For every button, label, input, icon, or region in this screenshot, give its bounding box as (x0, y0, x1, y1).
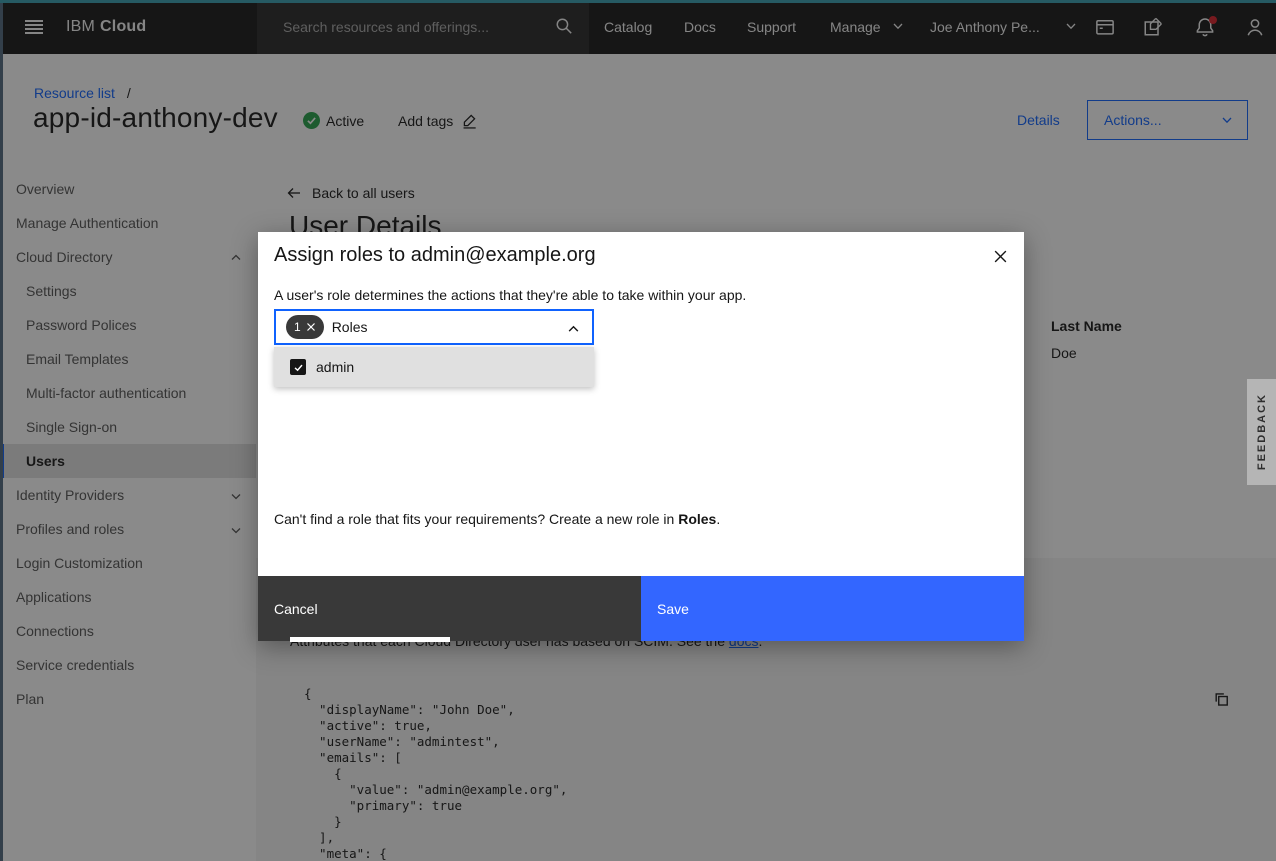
white-edge-artifact (290, 637, 450, 642)
page-root: IBM Cloud Catalog Docs Support Manage Jo… (0, 0, 1276, 861)
modal-title: Assign roles to admin@example.org (274, 244, 596, 267)
roles-bold: Roles (678, 511, 716, 527)
roles-listbox: admin (274, 347, 594, 387)
feedback-tab[interactable]: FEEDBACK (1247, 379, 1276, 485)
selected-count-tag: 1 (286, 315, 324, 339)
multiselect-label: Roles (332, 319, 368, 335)
checkbox-checked-icon (290, 359, 306, 375)
roles-multiselect[interactable]: 1 Roles (274, 309, 594, 345)
window-top-edge (0, 0, 1276, 3)
role-option-admin[interactable]: admin (316, 359, 354, 375)
close-icon (993, 249, 1008, 264)
close-button[interactable] (980, 236, 1020, 276)
chevron-up-icon (567, 323, 580, 341)
cancel-button[interactable]: Cancel (258, 576, 641, 641)
roles-hint: Can't find a role that fits your require… (274, 511, 720, 527)
modal-description: A user's role determines the actions tha… (274, 287, 994, 303)
assign-roles-modal: Assign roles to admin@example.org A user… (258, 232, 1024, 641)
tag-dismiss-icon[interactable] (306, 322, 316, 332)
selected-count: 1 (294, 320, 301, 334)
save-button[interactable]: Save (641, 576, 1024, 641)
